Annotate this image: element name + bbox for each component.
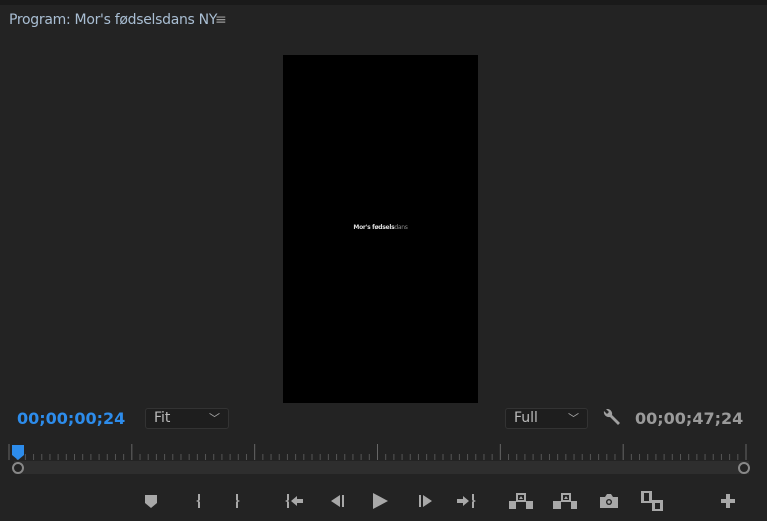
marker-icon bbox=[145, 495, 157, 508]
mark-in-icon bbox=[196, 494, 200, 508]
go-to-in-button[interactable] bbox=[282, 490, 306, 512]
wrench-icon[interactable] bbox=[601, 408, 621, 431]
mark-in-button[interactable] bbox=[186, 490, 210, 512]
compare-view-icon bbox=[641, 491, 663, 511]
step-back-icon bbox=[331, 495, 344, 507]
time-ruler[interactable] bbox=[0, 440, 767, 460]
export-frame-button[interactable] bbox=[597, 490, 621, 512]
extract-icon bbox=[553, 493, 577, 509]
go-to-out-icon bbox=[457, 494, 476, 508]
go-to-in-icon bbox=[285, 494, 303, 508]
video-title-bold: Mor's fødsels bbox=[353, 224, 395, 231]
hamburger-icon[interactable]: ≡ bbox=[215, 12, 227, 28]
step-forward-icon bbox=[419, 495, 432, 507]
program-monitor-video: Mor's fødselsdans bbox=[283, 55, 478, 403]
compare-view-button[interactable] bbox=[640, 490, 664, 512]
camera-icon bbox=[600, 494, 618, 508]
chevron-down-icon: ﹀ bbox=[209, 412, 220, 425]
scroll-bar-left-handle[interactable] bbox=[12, 462, 24, 474]
video-title-text: Mor's fødselsdans bbox=[283, 224, 478, 231]
add-marker-button[interactable] bbox=[139, 490, 163, 512]
current-timecode[interactable]: 00;00;00;24 bbox=[17, 409, 125, 428]
step-back-button[interactable] bbox=[325, 490, 349, 512]
duration-timecode: 00;00;47;24 bbox=[635, 409, 744, 428]
zoom-scroll-bar[interactable] bbox=[14, 461, 749, 474]
top-bar bbox=[0, 0, 767, 5]
lift-button[interactable] bbox=[509, 490, 533, 512]
playback-resolution-select[interactable]: Full ﹀ bbox=[505, 408, 588, 429]
mark-out-button[interactable] bbox=[226, 490, 250, 512]
scroll-bar-right-handle[interactable] bbox=[738, 462, 750, 474]
button-editor-button[interactable] bbox=[716, 490, 740, 512]
mark-out-icon bbox=[236, 494, 240, 508]
extract-button[interactable] bbox=[553, 490, 577, 512]
panel-title[interactable]: Program: Mor's fødselsdans NY bbox=[9, 12, 217, 28]
play-button[interactable] bbox=[368, 490, 392, 512]
step-forward-button[interactable] bbox=[414, 490, 438, 512]
chevron-down-icon: ﹀ bbox=[568, 412, 579, 425]
play-icon bbox=[373, 493, 388, 509]
zoom-level-value: Fit bbox=[154, 410, 171, 426]
video-title-light: dans bbox=[394, 224, 408, 231]
resolution-value: Full bbox=[514, 410, 538, 426]
lift-icon bbox=[509, 493, 533, 509]
plus-icon bbox=[721, 494, 735, 508]
zoom-level-select[interactable]: Fit ﹀ bbox=[145, 408, 229, 429]
go-to-out-button[interactable] bbox=[455, 490, 479, 512]
